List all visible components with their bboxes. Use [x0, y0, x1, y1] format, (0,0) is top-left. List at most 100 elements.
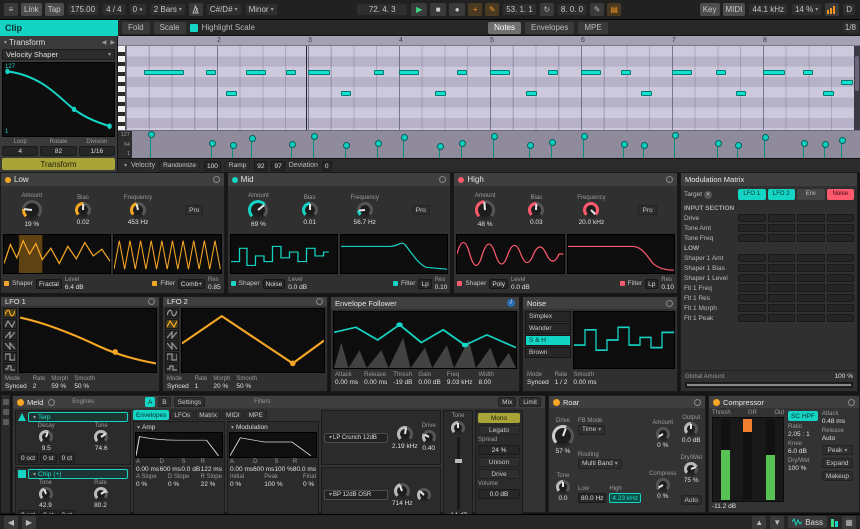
matrix-cell[interactable] — [797, 314, 825, 322]
matrix-cell[interactable] — [738, 304, 766, 312]
matrix-cell[interactable] — [738, 264, 766, 272]
ramp-button[interactable]: Ramp — [225, 161, 250, 171]
randomize-amount[interactable]: 100 — [204, 161, 221, 171]
matrix-cell[interactable] — [827, 294, 855, 302]
rate-value[interactable]: 2 — [33, 383, 37, 390]
tab-midi[interactable]: MIDI — [222, 410, 244, 420]
noise-type-sh[interactable]: S & H — [525, 335, 571, 346]
matrix-cell[interactable] — [827, 234, 855, 242]
volume-value[interactable]: 0.0 dB — [478, 489, 520, 499]
legato-button[interactable]: Legato — [478, 425, 520, 435]
stop-button[interactable]: ■ — [430, 3, 446, 16]
mod-r-value[interactable]: 80.0 ms — [293, 466, 316, 473]
amp-a-value[interactable]: 0.00 ms — [136, 466, 159, 473]
velocity-marker[interactable] — [674, 136, 675, 158]
loop-switch-icon[interactable]: ↻ — [540, 3, 554, 16]
triangle-wave-icon[interactable] — [3, 319, 17, 329]
chevron-down-icon[interactable]: ▾ — [231, 424, 234, 431]
rate-value[interactable]: 1 / 2 — [555, 379, 568, 386]
velocity-marker[interactable] — [232, 146, 233, 158]
mode-selector[interactable]: Synced — [527, 379, 549, 386]
amount-knob[interactable] — [656, 427, 670, 441]
matrix-cell[interactable] — [797, 214, 825, 222]
velocity-marker[interactable] — [291, 145, 292, 158]
matrix-cell[interactable] — [738, 224, 766, 232]
filter-type-selector[interactable]: Lp — [645, 279, 658, 289]
velocity-marker[interactable] — [803, 144, 804, 158]
metronome-icon[interactable] — [189, 3, 203, 16]
filter-display[interactable] — [340, 234, 448, 274]
mode-selector[interactable]: Synced — [167, 383, 189, 390]
velocity-marker[interactable] — [377, 144, 378, 158]
matrix-cell[interactable] — [797, 274, 825, 282]
matrix-cell[interactable] — [738, 254, 766, 262]
filter-volume-slider[interactable] — [457, 437, 460, 510]
transform-tool-selector[interactable]: Velocity Shaper▾ — [2, 49, 115, 60]
shaper-enable-checkbox[interactable] — [457, 281, 462, 286]
selected-track-chip[interactable]: Bass — [788, 516, 827, 528]
panel-options-icon[interactable] — [148, 298, 155, 305]
midi-note[interactable] — [206, 70, 216, 75]
vertical-scrollbar[interactable] — [854, 46, 860, 130]
velocity-marker[interactable] — [583, 137, 584, 158]
a-slope-value[interactable]: 0 % — [136, 481, 147, 488]
midi-note[interactable] — [246, 70, 266, 75]
velocity-marker[interactable] — [529, 146, 530, 158]
cent-value[interactable]: 0 ct — [59, 453, 75, 463]
panel-options-icon[interactable] — [666, 300, 673, 307]
tab-notes[interactable]: Notes — [488, 22, 521, 34]
freq-value[interactable]: 9.03 kHz — [447, 379, 473, 386]
global-amount-value[interactable]: 100 % — [835, 373, 853, 380]
arrangement-record-button[interactable]: ● — [449, 3, 465, 16]
threshold-value[interactable]: -11.2 dB — [712, 503, 736, 510]
source-lfo2-tab[interactable]: LFO 2 — [768, 189, 796, 200]
saw-wave-icon[interactable] — [165, 330, 179, 340]
smooth-value[interactable]: 50 % — [74, 383, 89, 390]
midi-note[interactable] — [308, 70, 330, 75]
matrix-cell[interactable] — [768, 234, 796, 242]
pro-button[interactable]: Pro — [638, 205, 656, 215]
noise-type-brown[interactable]: Brown — [525, 347, 571, 358]
drive-button[interactable]: Drive — [478, 469, 520, 479]
matrix-cell[interactable] — [738, 284, 766, 292]
midi-note[interactable] — [490, 70, 510, 75]
filter-2-res-knob[interactable] — [417, 488, 431, 502]
velocity-marker[interactable] — [313, 137, 314, 158]
matrix-cell[interactable] — [768, 284, 796, 292]
transform-apply-button[interactable]: Transform — [2, 158, 115, 170]
velocity-marker[interactable] — [737, 146, 738, 158]
source-env-tab[interactable]: Env — [797, 189, 825, 200]
morph-value[interactable]: 20 % — [213, 383, 228, 390]
midi-note[interactable] — [736, 91, 746, 96]
settings-tab[interactable]: Settings — [174, 397, 206, 407]
filter-type-selector[interactable]: Comb+ — [178, 279, 205, 289]
matrix-cell[interactable] — [797, 294, 825, 302]
shaper-enable-checkbox[interactable] — [231, 281, 236, 286]
velocity-marker[interactable] — [251, 139, 252, 158]
band-high-header[interactable]: High — [454, 173, 677, 186]
midi-note[interactable] — [672, 70, 692, 75]
thresh-tab[interactable]: Thresh — [712, 410, 731, 416]
midi-note[interactable] — [374, 70, 384, 75]
amp-d-value[interactable]: 600 ms — [160, 466, 181, 473]
midi-note[interactable] — [841, 80, 853, 85]
sine-wave-icon[interactable] — [165, 308, 179, 318]
scale-mode-menu[interactable]: Minor▾ — [245, 3, 278, 16]
link-button[interactable]: Link — [21, 3, 42, 16]
computer-midi-keyboard-icon[interactable]: ▤ — [607, 3, 621, 16]
rate-value[interactable]: 1 — [195, 383, 199, 390]
bias-knob[interactable] — [302, 202, 318, 218]
division-value[interactable]: 1/16 — [79, 146, 115, 156]
loop-value[interactable]: 4 — [2, 146, 38, 156]
amp-envelope-display[interactable] — [135, 432, 223, 458]
velocity-markers[interactable] — [132, 131, 854, 158]
res-value[interactable]: 0.85 — [208, 284, 221, 291]
frequency-knob[interactable] — [357, 202, 373, 218]
lfo1-header[interactable]: LFO 1 — [1, 297, 159, 306]
velocity-mode-selector[interactable]: Velocity — [131, 162, 155, 169]
arrow-down-icon[interactable]: ▼ — [770, 516, 784, 529]
device-on-button[interactable] — [713, 399, 720, 406]
midi-note[interactable] — [621, 70, 631, 75]
velocity-marker[interactable] — [623, 145, 624, 158]
scale-button[interactable]: Scale — [154, 22, 186, 34]
